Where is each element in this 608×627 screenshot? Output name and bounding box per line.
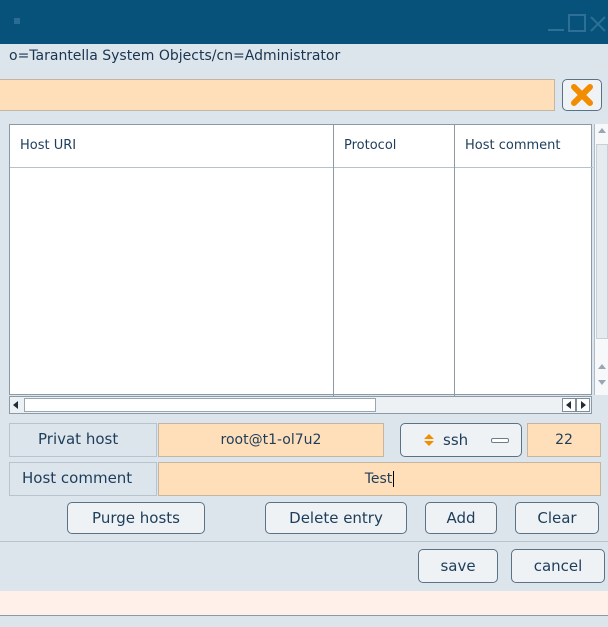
host-comment-value: Test (364, 471, 393, 487)
scroll-right-icon (581, 401, 586, 409)
filter-input[interactable] (0, 79, 555, 111)
system-menu-icon[interactable] (14, 18, 20, 24)
status-strip (0, 591, 608, 615)
vertical-scrollbar[interactable] (594, 124, 608, 395)
cancel-button[interactable]: cancel (511, 549, 605, 583)
host-editor-window: o=Tarantella System Objects/cn=Administr… (0, 0, 608, 627)
table-header: Host URI Protocol Host comment (10, 125, 593, 168)
column-header-host-uri[interactable]: Host URI (10, 125, 76, 168)
host-comment-label: Host comment (22, 469, 133, 487)
host-comment-field[interactable]: Test (158, 462, 601, 496)
close-window-icon[interactable] (588, 14, 608, 34)
scroll-down-icon[interactable] (598, 380, 606, 385)
text-caret (393, 471, 395, 487)
scroll-up-icon[interactable] (598, 128, 606, 133)
privat-host-field[interactable]: root@t1-ol7u2 (158, 423, 384, 457)
vertical-scroll-thumb[interactable] (596, 144, 608, 339)
clear-filter-button[interactable] (562, 79, 602, 111)
bottom-edge (0, 615, 608, 627)
hosts-table[interactable]: Host URI Protocol Host comment (9, 124, 593, 396)
distinguished-name-label: o=Tarantella System Objects/cn=Administr… (0, 44, 608, 71)
column-header-protocol[interactable]: Protocol (334, 125, 396, 168)
add-button[interactable]: Add (425, 502, 497, 534)
privat-host-label: Privat host (38, 430, 119, 448)
title-bar[interactable] (0, 0, 608, 44)
scroll-left-icon[interactable] (13, 401, 18, 409)
protocol-select[interactable]: ssh (400, 423, 522, 457)
clear-button[interactable]: Clear (515, 502, 599, 534)
scroll-left-button[interactable] (562, 398, 576, 412)
separator (0, 541, 608, 542)
window-controls (546, 14, 608, 34)
horizontal-scrollbar[interactable] (9, 396, 592, 414)
dropdown-handle-icon (491, 438, 509, 443)
column-header-host-comment[interactable]: Host comment (455, 125, 561, 168)
filter-row (0, 78, 608, 114)
save-button[interactable]: save (418, 549, 498, 583)
scroll-right-button[interactable] (576, 398, 590, 412)
maximize-icon[interactable] (568, 14, 586, 32)
x-icon (571, 84, 593, 106)
minimize-icon[interactable] (546, 14, 566, 34)
horizontal-scroll-thumb[interactable] (24, 398, 376, 412)
port-field[interactable]: 22 (527, 423, 601, 457)
delete-entry-button[interactable]: Delete entry (265, 502, 407, 534)
scroll-up-icon[interactable] (598, 364, 606, 369)
spinner-icon (424, 434, 434, 446)
column-divider (454, 125, 455, 396)
scroll-left-icon (566, 401, 571, 409)
purge-hosts-button[interactable]: Purge hosts (67, 502, 205, 534)
protocol-value: ssh (443, 431, 469, 449)
column-divider (333, 125, 334, 396)
